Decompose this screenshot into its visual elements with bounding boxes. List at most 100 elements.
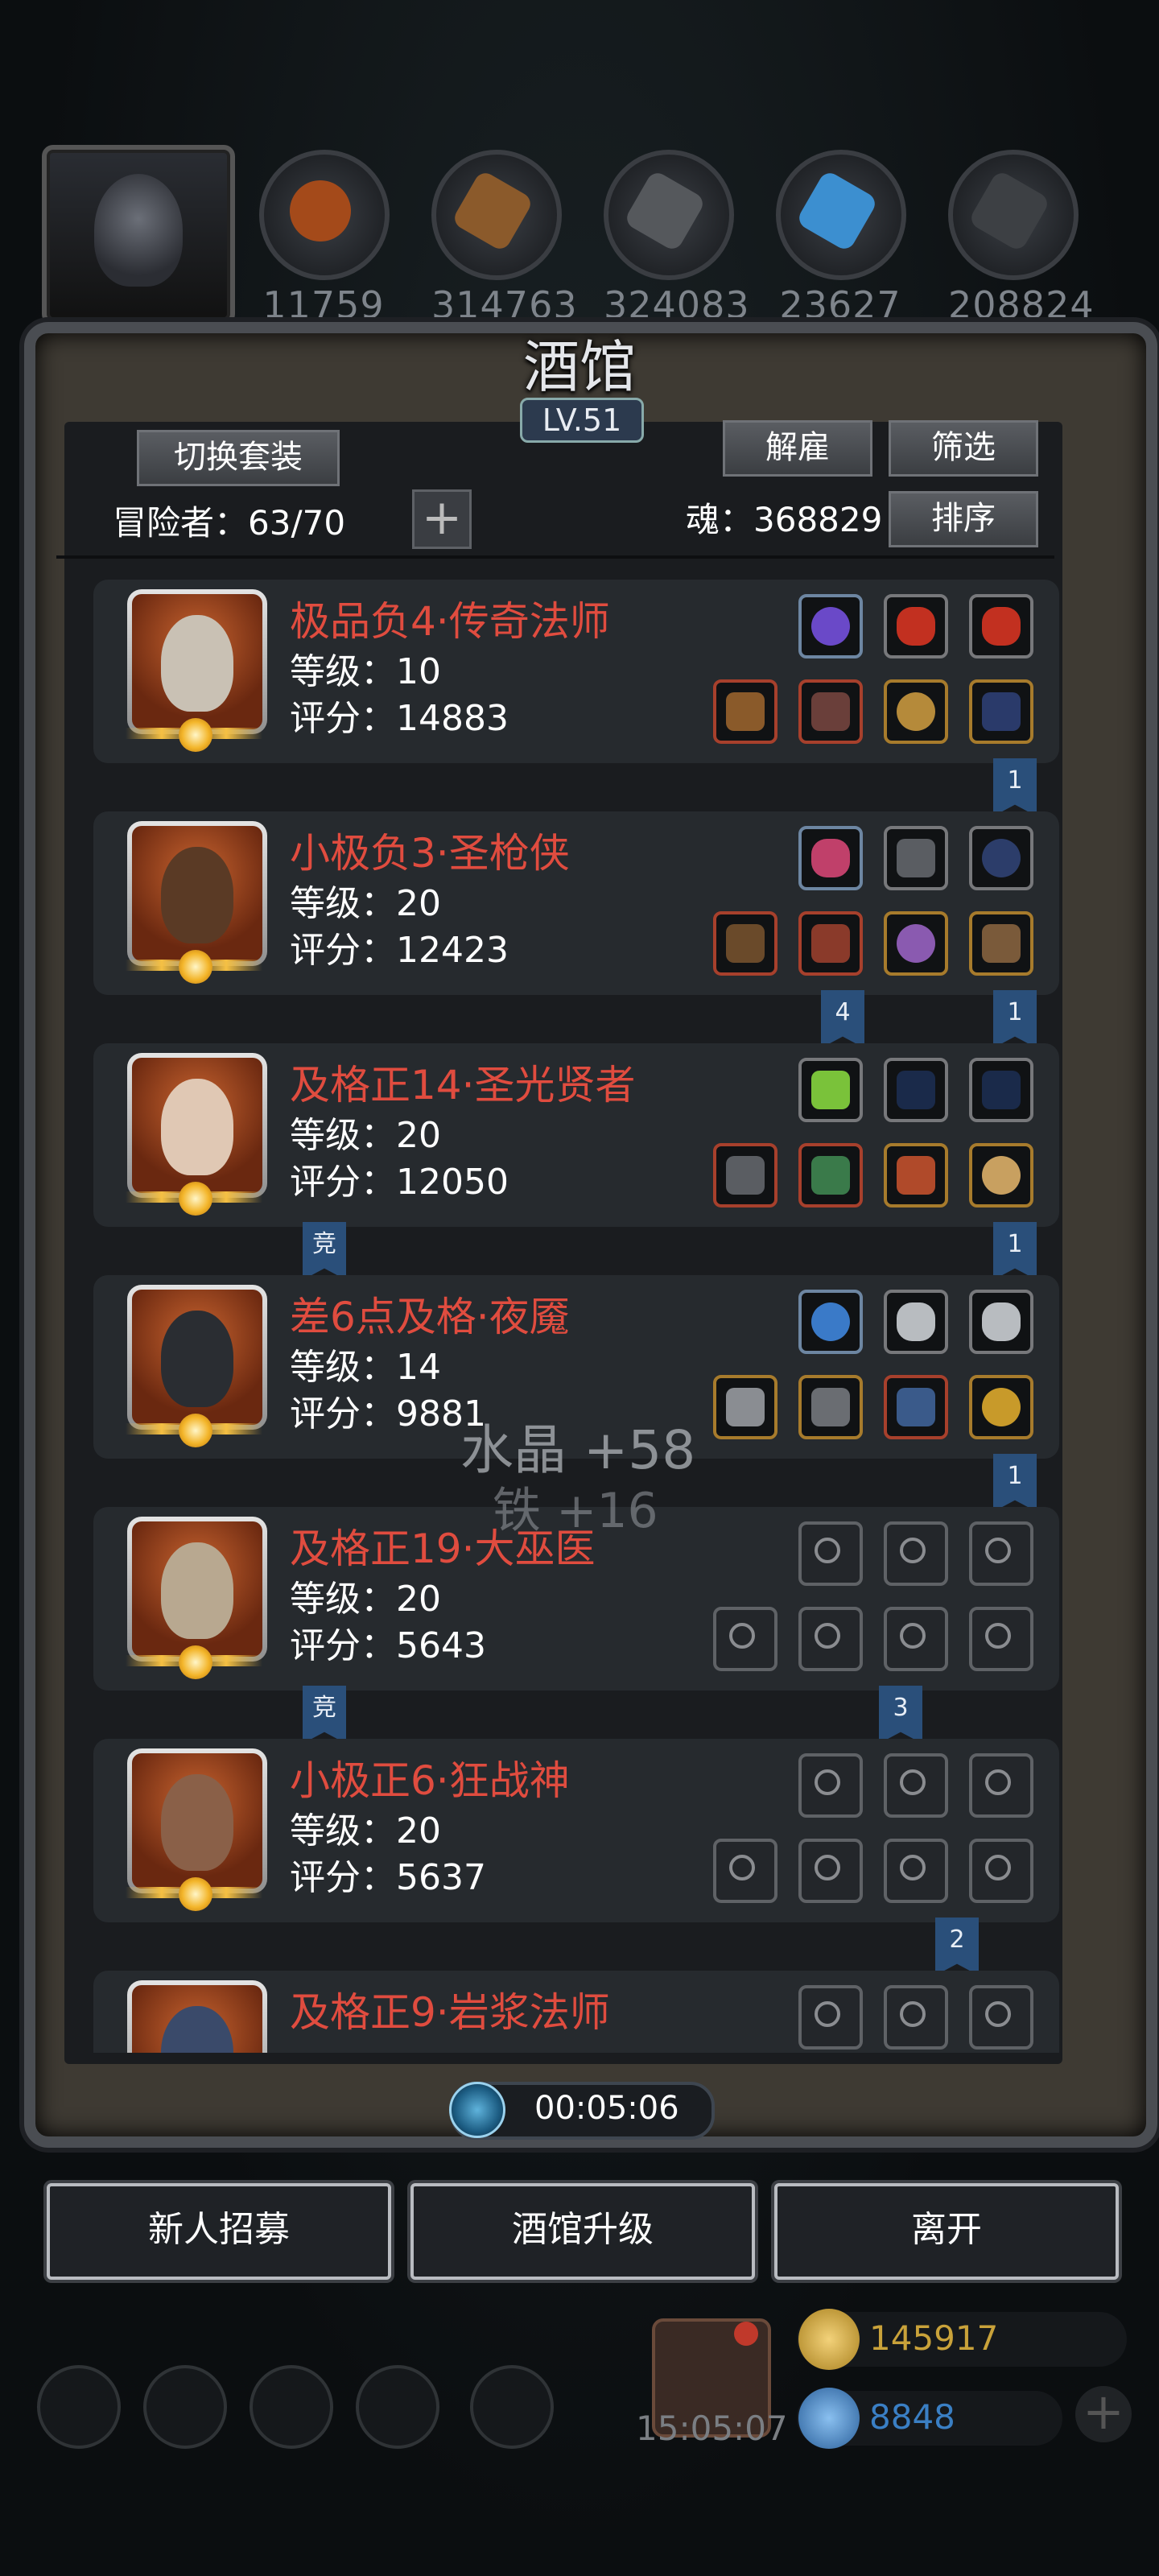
hero-avatar[interactable]	[127, 1053, 267, 1198]
hero-card[interactable]: 极品负4·传奇法师 等级：10 评分：14883	[93, 572, 1059, 765]
empty-slot[interactable]	[884, 1607, 948, 1671]
resource-wood-orange[interactable]: 11759	[259, 150, 390, 327]
resource-crystal[interactable]: 23627	[776, 150, 906, 327]
equip-slot[interactable]	[798, 826, 863, 890]
equip-slot[interactable]	[969, 679, 1033, 744]
player-face-icon	[94, 174, 183, 287]
empty-slot[interactable]	[713, 1839, 777, 1903]
hourglass-icon	[900, 1538, 926, 1563]
hourglass-icon	[985, 1538, 1011, 1563]
equip-slot[interactable]	[713, 1375, 777, 1439]
tavern-title: 酒馆	[523, 334, 636, 400]
resource-iron[interactable]: 208824	[948, 150, 1094, 327]
empty-slot[interactable]	[713, 1607, 777, 1671]
equip-slot[interactable]	[969, 1290, 1033, 1354]
equip-slot[interactable]	[713, 679, 777, 744]
settings-icon[interactable]	[37, 2365, 121, 2449]
orb-icon	[811, 1302, 850, 1341]
hero-avatar[interactable]	[127, 821, 267, 966]
equip-slot[interactable]	[884, 1143, 948, 1208]
hero-avatar[interactable]	[127, 1748, 267, 1893]
empty-slot[interactable]	[798, 1839, 863, 1903]
hero-level: 等级：20	[290, 883, 441, 924]
rank-emblem-icon	[126, 1877, 262, 1911]
equip-slot[interactable]	[969, 594, 1033, 658]
empty-slot[interactable]	[884, 1753, 948, 1818]
filter-button[interactable]: 筛选	[889, 420, 1038, 477]
equip-slot[interactable]	[798, 911, 863, 976]
hero-card[interactable]: 及格正14·圣光贤者 等级：20 评分：12050	[93, 1035, 1059, 1228]
empty-slot[interactable]	[798, 1607, 863, 1671]
equip-slot[interactable]	[969, 826, 1033, 890]
add-adventurer-button[interactable]: +	[412, 489, 472, 549]
equip-slot[interactable]	[884, 1058, 948, 1122]
equip-slot[interactable]	[884, 679, 948, 744]
equip-slot[interactable]	[969, 1143, 1033, 1208]
empty-slot[interactable]	[969, 1985, 1033, 2050]
rank-emblem-icon	[126, 718, 262, 752]
hero-card[interactable]: 及格正9·岩浆法师	[93, 1963, 1059, 2053]
menu-icon[interactable]	[470, 2365, 554, 2449]
leave-button[interactable]: 离开	[774, 2183, 1119, 2280]
sort-button[interactable]: 排序	[889, 491, 1038, 547]
hero-card[interactable]: 小极正6·狂战神 等级：20 评分：5637	[93, 1731, 1059, 1924]
resource-stone[interactable]: 324083	[604, 150, 749, 327]
empty-slot[interactable]	[798, 1753, 863, 1818]
empty-slot[interactable]	[969, 1607, 1033, 1671]
dismiss-button[interactable]: 解雇	[723, 420, 872, 477]
equip-slot[interactable]	[969, 911, 1033, 976]
equip-slot[interactable]	[798, 1058, 863, 1122]
empty-slot[interactable]	[798, 1521, 863, 1586]
upgrade-tavern-button[interactable]: 酒馆升级	[410, 2183, 755, 2280]
equip-slot[interactable]	[713, 1143, 777, 1208]
hero-avatar[interactable]	[127, 1517, 267, 1662]
hero-avatar[interactable]	[127, 589, 267, 734]
hero-level: 等级：20	[290, 1115, 441, 1156]
equip-slot[interactable]	[969, 1058, 1033, 1122]
menu-icon[interactable]	[143, 2365, 227, 2449]
hero-score: 评分：12050	[290, 1162, 509, 1203]
hero-name: 小极负3·圣枪侠	[290, 830, 570, 877]
equip-slot[interactable]	[798, 594, 863, 658]
empty-slot[interactable]	[884, 1839, 948, 1903]
player-avatar[interactable]	[42, 145, 235, 325]
equip-slot[interactable]	[798, 1143, 863, 1208]
notification-dot	[734, 2322, 758, 2346]
equip-slot[interactable]	[884, 1290, 948, 1354]
ring-icon	[900, 1855, 926, 1880]
equip-slot[interactable]	[798, 1375, 863, 1439]
recruit-button[interactable]: 新人招募	[47, 2183, 391, 2280]
divider	[56, 555, 1054, 559]
meat-icon	[278, 169, 362, 253]
resource-bar: 11759 314763 324083 23627 208824	[0, 145, 1159, 330]
tavern-level-badge: LV.51	[520, 398, 644, 443]
empty-slot[interactable]	[884, 1985, 948, 2050]
empty-slot[interactable]	[969, 1753, 1033, 1818]
axe-icon	[729, 1855, 755, 1880]
hero-avatar[interactable]	[127, 1980, 267, 2053]
empty-slot[interactable]	[969, 1839, 1033, 1903]
hero-score: 评分：5637	[290, 1857, 486, 1898]
resource-wood[interactable]: 314763	[431, 150, 577, 327]
hero-card[interactable]: 小极负3·圣枪侠 等级：20 评分：12423	[93, 803, 1059, 997]
equip-slot[interactable]	[713, 911, 777, 976]
menu-icon[interactable]	[250, 2365, 333, 2449]
armor-icon	[811, 924, 850, 963]
equip-slot[interactable]	[884, 594, 948, 658]
equip-slot[interactable]	[884, 1375, 948, 1439]
switch-set-button[interactable]: 切换套装	[137, 430, 340, 486]
hourglass-icon	[900, 1769, 926, 1795]
mail-icon[interactable]	[356, 2365, 439, 2449]
equip-slot[interactable]	[798, 1290, 863, 1354]
empty-slot[interactable]	[969, 1521, 1033, 1586]
hero-list[interactable]: 极品负4·传奇法师 等级：10 评分：14883 1 小极负3·圣枪侠 等级：2…	[93, 572, 1059, 2053]
empty-slot[interactable]	[798, 1985, 863, 2050]
equip-slot[interactable]	[884, 911, 948, 976]
equip-slot[interactable]	[884, 826, 948, 890]
hero-avatar[interactable]	[127, 1285, 267, 1430]
equip-slot[interactable]	[969, 1375, 1033, 1439]
add-currency-button[interactable]: +	[1075, 2386, 1132, 2442]
empty-slot[interactable]	[884, 1521, 948, 1586]
equip-slot[interactable]	[798, 679, 863, 744]
crystal-icon	[811, 1071, 850, 1109]
